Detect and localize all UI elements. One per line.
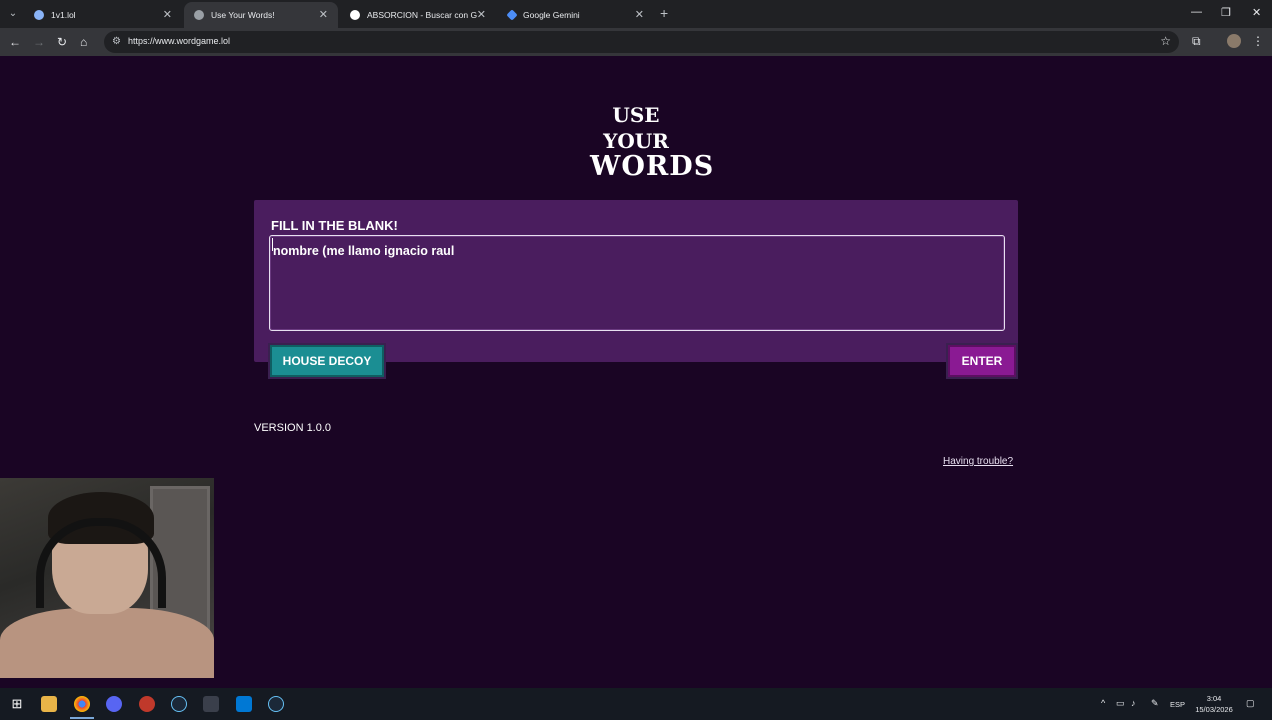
- having-trouble-link[interactable]: Having trouble?: [943, 456, 1013, 467]
- extensions-icon[interactable]: ⧉: [1192, 34, 1201, 49]
- pen-icon[interactable]: ✎: [1151, 698, 1159, 709]
- close-icon[interactable]: ✕: [477, 8, 486, 22]
- start-menu-icon[interactable]: ⊞: [9, 696, 25, 712]
- fill-in-blank-card: FILL IN THE BLANK! nombre (me llamo igna…: [254, 200, 1018, 362]
- tab-google-gemini[interactable]: Google Gemini ✕: [498, 2, 654, 28]
- steam-icon-2[interactable]: [268, 696, 284, 712]
- gemini-icon: [506, 9, 518, 21]
- volume-icon[interactable]: ♪: [1131, 698, 1136, 708]
- tab-1v1lol[interactable]: 1v1.lol ✕: [24, 2, 182, 28]
- tab-absorcion-search[interactable]: ABSORCION - Buscar con Goog ✕: [340, 2, 496, 28]
- answer-textarea[interactable]: nombre (me llamo ignacio raul: [269, 235, 1005, 331]
- network-icon[interactable]: ▭: [1116, 698, 1125, 709]
- tab-use-your-words[interactable]: Use Your Words! ✕: [184, 2, 338, 28]
- menu-icon[interactable]: ⋮: [1252, 34, 1264, 48]
- person-body: [0, 608, 214, 678]
- webcam-overlay: [0, 478, 214, 678]
- url-text[interactable]: https://www.wordgame.lol: [128, 36, 230, 46]
- windows-taskbar: ⊞ ^ ▭ ♪ ✎ ESP 3:04 15/03/2026 ▢: [0, 688, 1272, 720]
- close-icon[interactable]: ✕: [319, 8, 328, 22]
- new-tab-icon[interactable]: +: [660, 5, 668, 21]
- chrome-icon[interactable]: [74, 696, 90, 712]
- site-info-icon[interactable]: ⚙: [112, 36, 124, 48]
- address-bar[interactable]: ⚙ https://www.wordgame.lol ☆: [104, 31, 1179, 53]
- notifications-icon[interactable]: ▢: [1246, 698, 1255, 709]
- minimize-icon[interactable]: —: [1191, 6, 1202, 18]
- close-icon[interactable]: ✕: [635, 8, 644, 22]
- close-icon[interactable]: ✕: [163, 8, 172, 22]
- steam-icon[interactable]: [171, 696, 187, 712]
- globe-icon: [34, 10, 44, 20]
- enter-button[interactable]: ENTER: [948, 345, 1016, 377]
- vscode-icon[interactable]: [236, 696, 252, 712]
- house-decoy-button[interactable]: HOUSE DECOY: [270, 345, 384, 377]
- chrome-active-indicator: [70, 717, 94, 719]
- tray-overflow-icon[interactable]: ^: [1101, 698, 1105, 708]
- system-clock[interactable]: 3:04 15/03/2026: [1190, 693, 1238, 715]
- use-your-words-logo: USE YOUR WORDS: [590, 103, 715, 182]
- discord-icon[interactable]: [106, 696, 122, 712]
- globe-icon: [194, 10, 204, 20]
- tab-search-icon[interactable]: ⌄: [4, 5, 22, 23]
- bookmark-star-icon[interactable]: ☆: [1160, 34, 1171, 48]
- answer-text: nombre (me llamo ignacio raul: [273, 244, 458, 258]
- app-icon[interactable]: [203, 696, 219, 712]
- file-explorer-icon[interactable]: [41, 696, 57, 712]
- google-icon: [350, 10, 360, 20]
- browser-tab-bar: ⌄ 1v1.lol ✕ Use Your Words! ✕ ABSORCION …: [0, 0, 1272, 28]
- obs-icon[interactable]: [139, 696, 155, 712]
- version-label: VERSION 1.0.0: [254, 422, 332, 434]
- card-title: FILL IN THE BLANK!: [271, 218, 398, 233]
- restore-icon[interactable]: ❐: [1221, 6, 1231, 19]
- back-icon[interactable]: ←: [9, 34, 21, 50]
- language-indicator[interactable]: ESP: [1170, 700, 1185, 709]
- forward-icon[interactable]: →: [33, 34, 45, 50]
- browser-toolbar: ← → ↻ ⌂ ⚙ https://www.wordgame.lol ☆ ⧉ ⋮: [0, 28, 1272, 56]
- window-close-icon[interactable]: ✕: [1252, 6, 1261, 19]
- profile-avatar[interactable]: [1227, 34, 1241, 48]
- reload-icon[interactable]: ↻: [57, 34, 67, 50]
- home-icon[interactable]: ⌂: [80, 34, 87, 50]
